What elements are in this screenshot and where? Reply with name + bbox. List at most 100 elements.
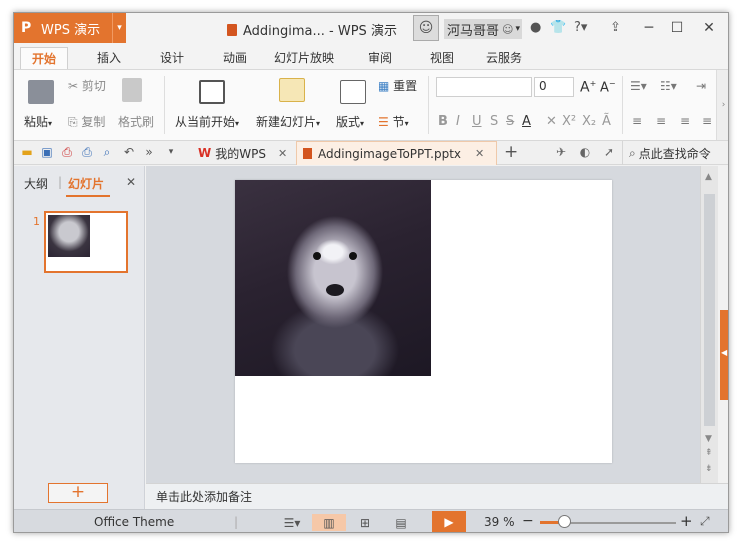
help-icon[interactable]: ?▾ [574,20,587,35]
dog-photo[interactable] [235,180,431,376]
scrollbar-thumb[interactable] [704,194,715,426]
reset-button[interactable]: ▦ 重置 [378,77,417,94]
customize-icon[interactable]: ▾ [164,145,178,159]
align-left-icon[interactable]: ≡ [632,114,642,128]
save-icon[interactable]: ▣ [40,145,54,159]
superscript-icon[interactable]: X² [562,114,576,129]
slide-canvas[interactable] [146,166,700,483]
paste-button[interactable]: 粘贴▾ [24,113,52,130]
side-panel-handle[interactable]: ◀ [720,310,728,400]
feedback-icon[interactable]: ● [530,20,541,35]
undo-icon[interactable]: ↶ [122,145,136,159]
tab-my-wps-close[interactable]: ✕ [278,147,287,160]
play-from-current-icon[interactable] [199,80,225,104]
skin-shirt-icon[interactable]: 👕 [550,20,566,35]
command-search[interactable]: ⌕ 点此查找命令 [622,141,728,165]
normal-view-icon[interactable]: ▥ [312,514,346,531]
app-menu-caret-icon[interactable]: ▾ [112,13,126,43]
subscript-icon[interactable]: X₂ [582,114,596,129]
font-name-field[interactable] [436,77,532,97]
new-slide-icon[interactable] [279,78,305,102]
tab-home[interactable]: 开始 [20,47,69,69]
layout-button[interactable]: 版式▾ [336,113,364,130]
user-menu[interactable]: 河马哥哥 ☺ ▾ [444,19,522,39]
tab-slideshow[interactable]: 幻灯片放映 [274,49,334,66]
play-from-current-button[interactable]: 从当前开始▾ [175,113,239,130]
new-slide-button[interactable]: 新建幻灯片▾ [256,113,320,130]
format-painter-button[interactable]: 格式刷 [118,113,154,130]
zoom-in-button[interactable]: + [680,512,693,530]
section-button[interactable]: ☰ 节▾ [378,113,409,130]
justify-icon[interactable]: ≡ [702,114,712,128]
cut-button[interactable]: ✂ 剪切 [68,77,106,94]
minimize-button[interactable]: ─ [638,18,660,38]
vertical-scrollbar[interactable]: ▲ ▼ ⇞ ⇟ [700,166,718,483]
dog-eye [349,252,357,260]
print-icon[interactable]: ⎙ [80,145,94,159]
prev-slide-icon[interactable]: ⇞ [705,448,713,458]
ribbon-scroll-right[interactable]: › [716,70,728,140]
tab-insert[interactable]: 插入 [97,49,121,66]
tab-animation[interactable]: 动画 [223,49,247,66]
numbered-list-icon[interactable]: ☷▾ [660,79,677,93]
reading-view-icon[interactable]: ▤ [390,514,412,531]
print-preview-icon[interactable]: ⌕ [100,145,114,159]
close-button[interactable]: ✕ [698,18,720,38]
tab-document-close[interactable]: ✕ [475,147,484,160]
fit-window-icon[interactable]: ⤢ [700,514,710,529]
record-icon[interactable]: ◐ [578,145,592,159]
align-center-icon[interactable]: ≡ [656,114,666,128]
clear-format-icon[interactable]: ✕ [546,114,557,129]
font-shrink-icon[interactable]: A− [600,79,616,95]
align-right-icon[interactable]: ≡ [680,114,690,128]
font-grow-icon[interactable]: A+ [580,79,596,96]
bullet-list-icon[interactable]: ☰▾ [630,79,647,93]
indent-icon[interactable]: ⇥ [696,79,706,93]
add-slide-button[interactable]: + [48,483,108,503]
tab-slides[interactable]: 幻灯片 [68,175,104,192]
zoom-slider-knob[interactable] [558,515,572,528]
notes-toggle-icon[interactable]: ☰▾ [282,514,302,531]
zoom-out-button[interactable]: − [522,513,534,529]
format-painter-icon[interactable] [122,78,142,102]
underline-icon[interactable]: U [472,114,482,129]
avatar[interactable]: ☺ [413,15,439,41]
font-color-icon[interactable]: A [522,114,531,129]
paste-icon[interactable] [28,80,54,104]
strikethrough-icon[interactable]: S [506,114,514,129]
tab-cloud[interactable]: 云服务 [486,49,522,66]
scroll-up-icon[interactable]: ▲ [705,172,712,182]
window-title-text: Addingima... - WPS 演示 [243,24,397,39]
pin-icon[interactable]: ✈ [554,145,568,159]
share-icon[interactable]: ➚ [602,145,616,159]
new-tab-button[interactable]: + [504,142,518,162]
more-icon[interactable]: » [142,145,156,159]
tab-design[interactable]: 设计 [160,49,184,66]
slideshow-play-button[interactable]: ▶ [432,511,466,532]
tab-review[interactable]: 审阅 [368,49,392,66]
panel-close-button[interactable]: ✕ [126,175,136,189]
slide-sorter-icon[interactable]: ⊞ [354,514,376,531]
tab-outline[interactable]: 大纲 [24,175,48,192]
next-slide-icon[interactable]: ⇟ [705,464,713,474]
app-menu-button[interactable]: P WPS 演示 ▾ [14,13,126,43]
section-label: 节 [392,115,405,129]
tab-view[interactable]: 视图 [430,49,454,66]
upload-share-icon[interactable]: ⇪ [610,20,621,35]
tab-document[interactable]: AddingimageToPPT.pptx ✕ [296,141,497,165]
tab-my-wps[interactable]: W 我的WPS ✕ [180,141,294,165]
scroll-down-icon[interactable]: ▼ [705,434,712,444]
slide[interactable] [235,180,612,463]
maximize-button[interactable]: ☐ [666,18,688,38]
notes-area[interactable]: 单击此处添加备注 [146,483,728,509]
slide-thumbnail[interactable] [44,211,128,273]
bold-icon[interactable]: B [438,114,448,129]
copy-button[interactable]: ⎘ 复制 [68,113,105,130]
italic-icon[interactable]: I [456,114,460,129]
export-pdf-icon[interactable]: ⎙ [60,145,74,159]
shadow-icon[interactable]: S [490,114,498,129]
layout-icon[interactable] [340,80,366,104]
font-size-field[interactable]: 0 [534,77,574,97]
text-effect-icon[interactable]: Ã [602,114,611,129]
open-folder-icon[interactable]: ▬ [20,145,34,159]
